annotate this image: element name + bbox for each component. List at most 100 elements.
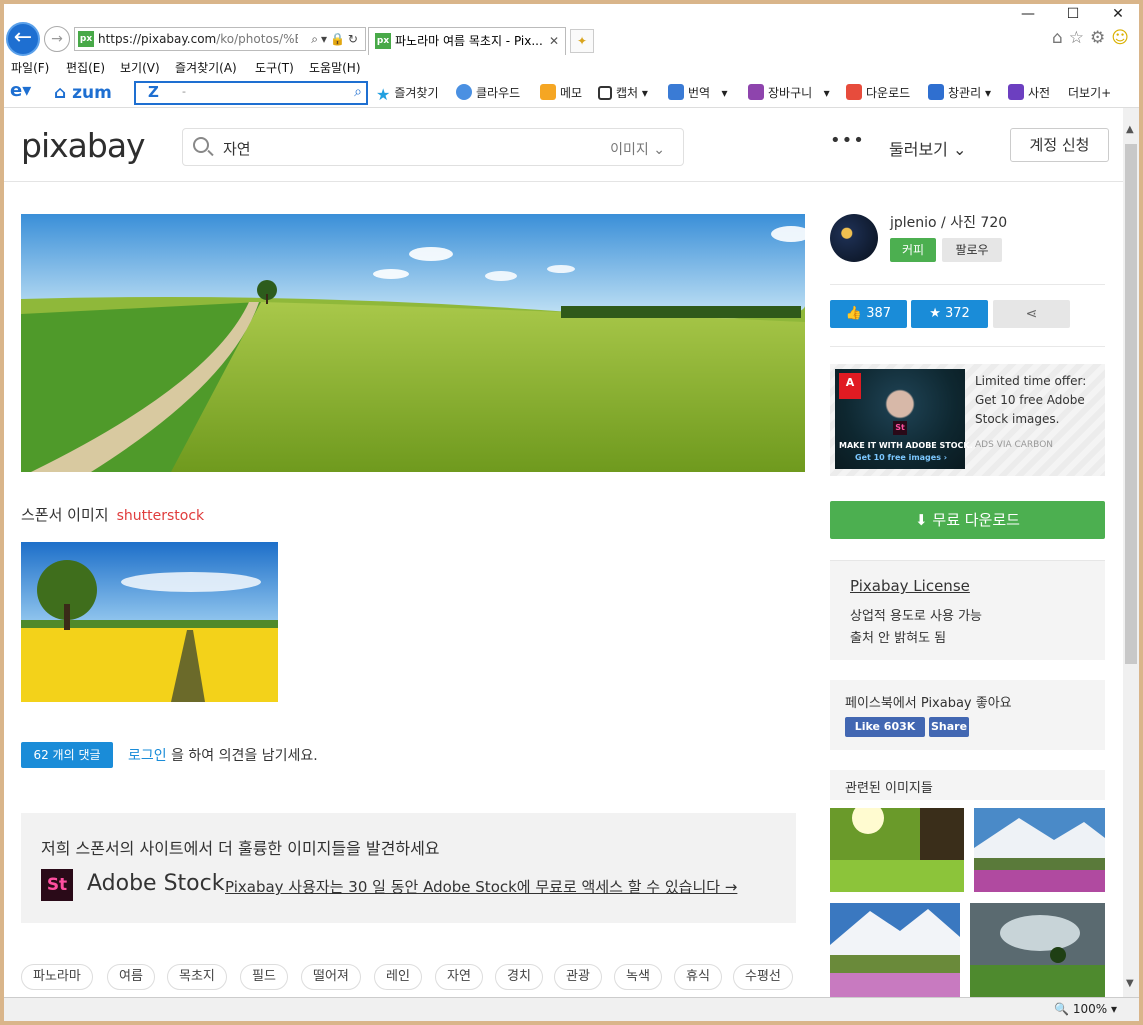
maximize-button[interactable]: ☐: [1063, 6, 1083, 22]
favorite-button[interactable]: ★ 372: [911, 300, 988, 328]
free-download-button[interactable]: ⬇ 무료 다운로드: [830, 501, 1105, 539]
facebook-share-button[interactable]: Share: [929, 717, 969, 737]
toolbar-cart[interactable]: 장바구니 ▾: [748, 84, 830, 102]
menu-favorites[interactable]: 즐겨찾기(A): [175, 59, 237, 76]
tag[interactable]: 목초지: [167, 964, 227, 990]
toolbar-translate[interactable]: 번역 ▾: [668, 84, 728, 102]
related-image-mountain-flowers: [974, 808, 1105, 892]
address-bar[interactable]: px https://pixabay.com/ko/photos/%ED ⌕▾🔒…: [74, 27, 366, 51]
tag[interactable]: 휴식: [674, 964, 722, 990]
browser-tab[interactable]: px 파노라마 여름 목초지 - Pix... ✕: [368, 27, 566, 55]
shutterstock-logo[interactable]: shutterstock: [117, 508, 205, 524]
menu-tools[interactable]: 도구(T): [255, 59, 294, 76]
ad-text[interactable]: Limited time offer: Get 10 free Adobe St…: [975, 372, 1100, 429]
address-controls[interactable]: ⌕▾🔒↻: [311, 28, 361, 50]
page-content: pixabay 자연 이미지 ⌄ ••• 둘러보기 ⌄ 계정 신청 스폰서 이미…: [4, 108, 1123, 997]
star-icon: ★: [929, 306, 941, 321]
adobe-stock-link[interactable]: Pixabay 사용자는 30 일 동안 Adobe Stock에 무료로 액세…: [225, 876, 737, 897]
tag[interactable]: 파노라마: [21, 964, 93, 990]
facebook-like-button[interactable]: Like 603K: [845, 717, 925, 737]
cloud-icon: [456, 84, 472, 100]
new-tab-button[interactable]: ✦: [570, 29, 594, 53]
carbon-ad[interactable]: A St MAKE IT WITH ADOBE STOCK. Get 10 fr…: [830, 364, 1105, 476]
zum-home-logo[interactable]: ⌂ zum: [54, 83, 112, 103]
login-prompt-text: 을 하여 의견을 남기세요.: [171, 748, 318, 764]
adobe-stock-name[interactable]: Adobe Stock: [87, 871, 224, 896]
tab-close-icon[interactable]: ✕: [549, 28, 559, 54]
minimize-button[interactable]: —: [1018, 6, 1038, 22]
zum-search-input[interactable]: Z - ⌕: [134, 81, 368, 105]
url-text[interactable]: https://pixabay.com/ko/photos/%ED: [98, 28, 298, 50]
toolbar-more[interactable]: 더보기+: [1068, 84, 1111, 102]
tag[interactable]: 여름: [107, 964, 155, 990]
tag[interactable]: 경치: [495, 964, 543, 990]
menu-view[interactable]: 보기(V): [120, 59, 160, 76]
menu-file[interactable]: 파일(F): [11, 59, 49, 76]
like-button[interactable]: 👍 387: [830, 300, 907, 328]
tag[interactable]: 필드: [240, 964, 288, 990]
related-image-snow-peaks: [830, 903, 960, 997]
menu-bar: 파일(F) 편집(E) 보기(V) 즐겨찾기(A) 도구(T) 도움말(H): [4, 56, 1139, 78]
tag[interactable]: 관광: [554, 964, 602, 990]
ie-logo-icon[interactable]: e▾: [10, 82, 31, 100]
smiley-icon[interactable]: ☺: [1111, 28, 1135, 48]
zum-z-icon: Z: [148, 83, 159, 101]
login-link[interactable]: 로그인: [128, 748, 167, 764]
signup-button[interactable]: 계정 신청: [1010, 128, 1109, 162]
avatar[interactable]: [830, 214, 878, 262]
home-icon[interactable]: ⌂: [1052, 28, 1069, 48]
toolbar-window-manager[interactable]: 창관리 ▾: [928, 84, 991, 102]
comments-count-button[interactable]: 62 개의 댓글: [21, 742, 113, 768]
share-icon: ⋖: [1025, 306, 1038, 322]
tag[interactable]: 자연: [435, 964, 483, 990]
tag[interactable]: 레인: [374, 964, 422, 990]
related-image[interactable]: [974, 808, 1105, 892]
browser-right-icons[interactable]: ⌂☆⚙☺: [1052, 28, 1135, 48]
vertical-scrollbar[interactable]: ▲ ▼: [1123, 108, 1139, 997]
more-menu-icon[interactable]: •••: [830, 130, 865, 151]
scroll-down-icon[interactable]: ▼: [1126, 978, 1134, 989]
coffee-button[interactable]: 커피: [890, 238, 936, 262]
toolbar-capture[interactable]: 캡처 ▾: [598, 84, 648, 102]
toolbar-cart-label: 장바구니: [768, 86, 813, 100]
adobe-stock-logo-icon[interactable]: St: [41, 869, 73, 901]
main-photo[interactable]: [21, 214, 805, 472]
license-box: Pixabay License 상업적 용도로 사용 가능 출처 안 밝혀도 됨: [830, 560, 1105, 660]
browse-menu[interactable]: 둘러보기 ⌄: [889, 136, 966, 160]
forward-button[interactable]: →: [44, 26, 70, 52]
share-button[interactable]: ⋖: [993, 300, 1070, 328]
scrollbar-thumb[interactable]: [1125, 144, 1137, 664]
follow-button[interactable]: 팔로우: [942, 238, 1002, 262]
tag[interactable]: 떨어져: [301, 964, 361, 990]
toolbar-dictionary[interactable]: 사전: [1008, 84, 1050, 102]
search-icon[interactable]: ⌕: [354, 84, 362, 100]
toolbar-translate-label: 번역: [688, 86, 711, 100]
zoom-level[interactable]: 🔍 100% ▾: [1054, 1002, 1117, 1016]
related-image[interactable]: [830, 808, 964, 892]
search-input[interactable]: 자연 이미지 ⌄: [182, 128, 684, 166]
search-category-select[interactable]: 이미지 ⌄: [610, 139, 665, 159]
toolbar-download[interactable]: 다운로드: [846, 84, 910, 102]
menu-help[interactable]: 도움말(H): [309, 59, 361, 76]
back-button[interactable]: ←: [6, 22, 40, 56]
toolbar-cloud-label: 클라우드: [476, 86, 521, 100]
close-window-button[interactable]: ✕: [1108, 6, 1128, 22]
toolbar-favorites[interactable]: ★ 즐겨찾기: [376, 84, 439, 104]
settings-gear-icon[interactable]: ⚙: [1090, 28, 1111, 48]
tag[interactable]: 수평선: [733, 964, 793, 990]
pixabay-logo[interactable]: pixabay: [21, 126, 146, 165]
related-image[interactable]: [970, 903, 1105, 997]
favorites-star-icon[interactable]: ☆: [1069, 28, 1090, 48]
ad-via-label[interactable]: ADS VIA CARBON: [975, 440, 1053, 450]
scroll-up-icon[interactable]: ▲: [1126, 124, 1134, 135]
license-link[interactable]: Pixabay License: [850, 577, 970, 595]
divider: [830, 346, 1105, 347]
toolbar-cloud[interactable]: 클라우드: [456, 84, 520, 102]
related-image[interactable]: [830, 903, 960, 997]
author-name[interactable]: jplenio / 사진 720: [890, 212, 1007, 232]
menu-edit[interactable]: 편집(E): [66, 59, 105, 76]
tag[interactable]: 녹색: [614, 964, 662, 990]
toolbar-memo[interactable]: 메모: [540, 84, 582, 102]
sponsor-image[interactable]: [21, 542, 278, 702]
adobe-ad-image[interactable]: A St MAKE IT WITH ADOBE STOCK. Get 10 fr…: [835, 369, 973, 469]
